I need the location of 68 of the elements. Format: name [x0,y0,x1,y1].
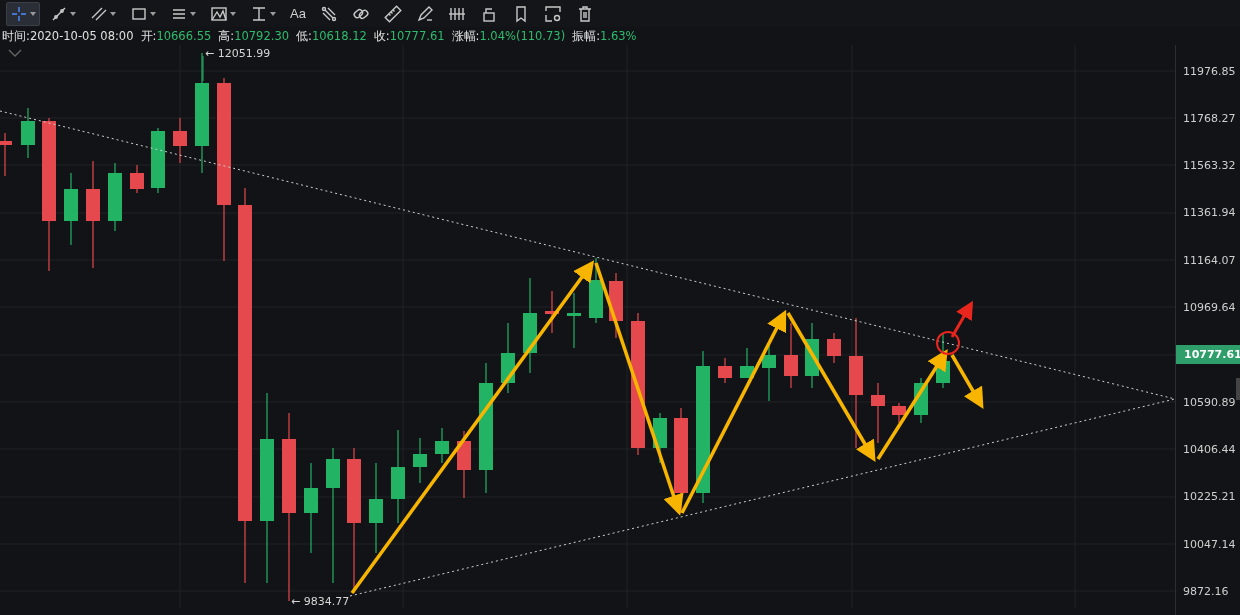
candlestick [914,377,928,425]
field-value: 10792.30 [234,28,289,43]
candlestick [130,164,144,195]
high-price-label: ← 12051.99 [205,47,271,61]
caret-icon [30,11,36,16]
candlestick [827,332,841,365]
candlestick [108,162,122,233]
caret-icon [150,11,156,16]
path-icon [319,4,338,23]
candlestick [936,332,950,390]
field-value: 10618.12 [311,28,367,43]
price-tick-label: 10590.89 [1182,395,1236,409]
price-tick-label: 11361.94 [1182,206,1236,220]
candlestick [413,437,427,485]
field-value: 1.63% [600,28,637,43]
field-value: 10666.55 [156,28,212,43]
price-tick-label: 10047.14 [1182,537,1236,551]
price-tick-label: 11768.27 [1182,111,1236,125]
price-tick-label: 9872.16 [1182,584,1229,598]
pencil-icon [415,4,434,23]
field-label: 振幅: [572,28,600,43]
candlestick [609,272,623,340]
text-tool-button[interactable]: Aa [286,1,310,26]
candlestick [0,132,12,178]
field-value: 10777.61 [389,28,445,43]
field-label: 涨幅: [451,28,480,43]
field-value: 1.04%(110.73) [479,28,566,43]
caret-icon [70,11,76,16]
caret-icon [230,11,236,16]
candlestick [653,412,667,465]
candlestick [545,290,559,335]
candlestick [151,127,165,195]
candlestick [173,117,187,165]
price-tick-label: 10406.44 [1182,442,1236,456]
candlestick [740,347,754,380]
caret-icon [270,11,276,16]
ruler-icon [383,4,402,23]
candlestick [871,382,885,445]
candlestick [457,430,471,500]
field-label: 低: [296,28,312,43]
price-tick-label: 10225.21 [1182,490,1236,504]
price-tick-label: 11976.85 [1182,64,1236,78]
field-label: 时间: [2,28,30,43]
measure-icon [250,4,268,23]
crosshair-icon [10,4,28,23]
candlestick [567,292,581,350]
field-label: 收: [373,28,390,43]
up-arrow [950,301,973,339]
down-arrow [950,354,984,410]
field-label: 开: [140,28,157,43]
field-label: 高: [218,28,235,43]
candlestick [435,427,449,465]
candlestick [784,322,798,390]
pattern-icon [210,4,228,23]
candlestick [805,322,819,390]
collapse-chevron-icon[interactable] [8,49,22,58]
low-price-label: ← 9834.77 [291,595,350,609]
scroll-handle[interactable] [1236,378,1240,401]
candlestick [718,357,732,385]
caret-icon [110,11,116,16]
candlestick [892,402,906,425]
price-tick-label: 10969.64 [1182,301,1236,315]
caret-icon [190,11,196,16]
price-tick-label: 11563.32 [1182,159,1236,173]
candlestick [21,107,35,160]
candlestick [589,257,603,325]
circle-marker [936,331,960,356]
price-tick-label: 11164.07 [1182,253,1236,267]
